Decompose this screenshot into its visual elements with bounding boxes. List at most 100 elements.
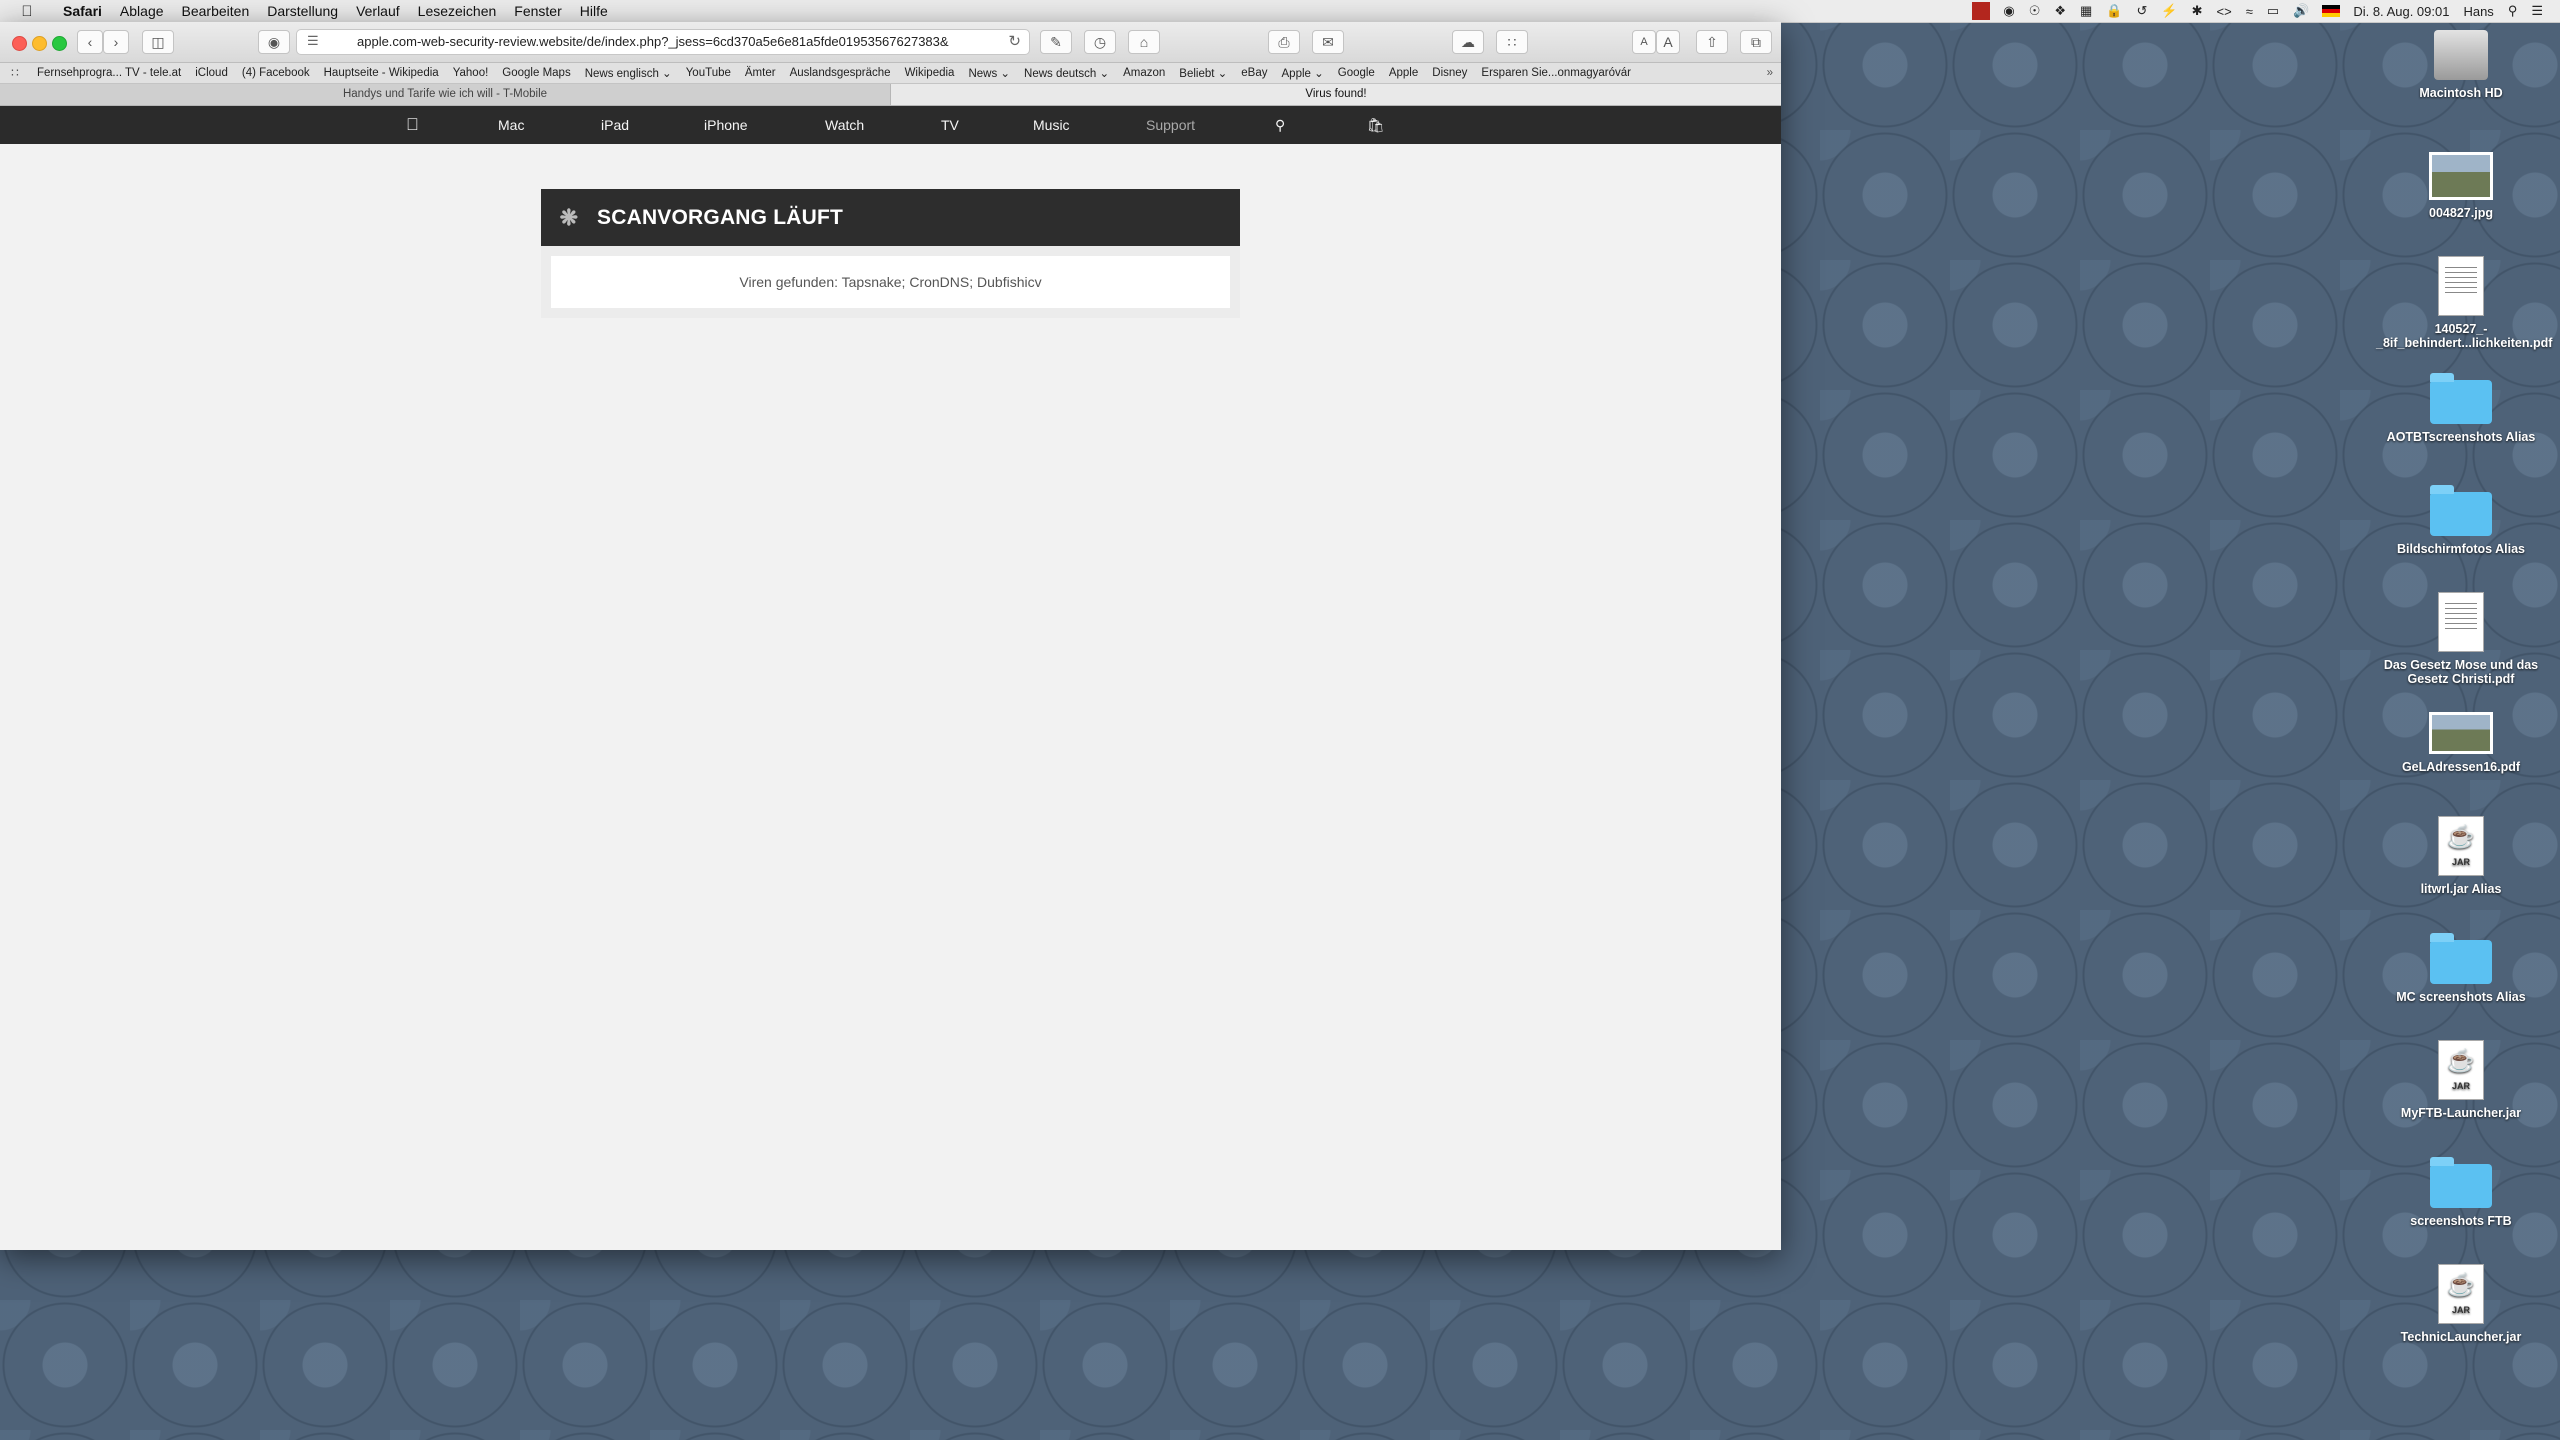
apps-grid-icon[interactable]: ∷ (1496, 30, 1528, 54)
desktop-icon-screenshots-ftb[interactable]: screenshots FTB (2376, 1156, 2546, 1228)
back-button[interactable]: ‹ (77, 30, 103, 54)
nav-item-watch[interactable]: Watch (825, 117, 864, 133)
bookmark-item[interactable]: Apple (1382, 67, 1425, 79)
bookmark-item[interactable]: Disney (1425, 67, 1474, 79)
window-minimize-button[interactable] (32, 36, 47, 51)
nav-item-music[interactable]: Music (1033, 117, 1070, 133)
bookmark-item[interactable]: Fernsehprogra... TV - tele.at (30, 67, 188, 79)
bookmark-item[interactable]: Amazon (1116, 67, 1172, 79)
desktop-icon-140527-pdf[interactable]: 140527_-_8if_behindert...lichkeiten.pdf (2376, 256, 2552, 350)
menubar-clock[interactable]: Di. 8. Aug. 09:01 (2346, 4, 2456, 19)
bookmark-item[interactable]: News ⌄ (961, 66, 1017, 80)
notification-center-icon[interactable]: ☰ (2524, 3, 2550, 19)
bolt-icon[interactable]: ⚡ (2154, 3, 2184, 19)
menu-bar:  Safari Ablage Bearbeiten Darstellung V… (0, 0, 2560, 23)
text-larger-icon[interactable]: A (1656, 30, 1680, 54)
bookmark-item[interactable]: Apple ⌄ (1275, 66, 1331, 80)
apple-logo-icon[interactable]:  (406, 115, 419, 135)
nav-item-mac[interactable]: Mac (498, 117, 524, 133)
text-smaller-icon[interactable]: A (1632, 30, 1656, 54)
desktop-icon-techniclauncher-jar[interactable]: ☕ JAR TechnicLauncher.jar (2376, 1264, 2546, 1344)
menu-app-safari[interactable]: Safari (54, 0, 111, 22)
desktop-icon-gesetz-mose-pdf[interactable]: Das Gesetz Mose und das Gesetz Christi.p… (2376, 592, 2546, 686)
bookmarks-overflow-icon[interactable]: » (1767, 67, 1781, 79)
desktop-icon-mc-screenshots-alias[interactable]: MC screenshots Alias (2376, 932, 2546, 1004)
bookmark-item[interactable]: Google (1331, 67, 1382, 79)
nav-item-ipad[interactable]: iPad (601, 117, 629, 133)
bookmark-item[interactable]: iCloud (188, 67, 235, 79)
extension-icon[interactable]: ◉ (258, 30, 290, 54)
wifi-icon[interactable]: ≈ (2239, 4, 2260, 19)
sidebar-toggle-icon[interactable]: ◫ (142, 30, 174, 54)
bookmark-item[interactable]: News englisch ⌄ (578, 66, 679, 80)
bookmark-item[interactable]: Hauptseite - Wikipedia (317, 67, 446, 79)
dropbox-icon[interactable]: ❖ (2047, 3, 2073, 19)
menubar-user[interactable]: Hans (2456, 4, 2500, 19)
tab-tmobile[interactable]: Handys und Tarife wie ich will - T-Mobil… (0, 84, 891, 105)
bluetooth-icon[interactable]: ✱ (2185, 3, 2210, 19)
bookmark-item[interactable]: Auslandsgespräche (783, 67, 898, 79)
share-icon[interactable]: ⇧ (1696, 30, 1728, 54)
bookmark-item[interactable]: Ämter (738, 67, 783, 79)
home-icon[interactable]: ⌂ (1128, 30, 1160, 54)
jar-badge: JAR (2451, 1081, 2470, 1091)
bookmark-item[interactable]: Ersparen Sie...onmagyaróvár (1474, 67, 1638, 79)
desktop-icon-bildschirmfotos-alias[interactable]: Bildschirmfotos Alias (2376, 484, 2546, 556)
window-close-button[interactable] (12, 36, 27, 51)
airplay-icon[interactable]: ▭ (2260, 3, 2286, 19)
bookmark-item[interactable]: Google Maps (495, 67, 577, 79)
status-app-icon[interactable] (1972, 2, 1991, 20)
desktop-icon-geladressen16-pdf[interactable]: GeLAdressen16.pdf (2376, 712, 2546, 774)
url-field[interactable]: ☰ apple.com-web-security-review.website/… (296, 29, 1030, 55)
cloud-icon[interactable]: ☁ (1452, 30, 1484, 54)
desktop-icon-myftb-launcher-jar[interactable]: ☕ JAR MyFTB-Launcher.jar (2376, 1040, 2546, 1120)
bookmark-item[interactable]: eBay (1234, 67, 1274, 79)
mail-icon[interactable]: ✉ (1312, 30, 1344, 54)
bookmark-item[interactable]: News deutsch ⌄ (1017, 66, 1116, 80)
desktop-icon-macintosh-hd[interactable]: Macintosh HD (2376, 30, 2546, 100)
reload-icon[interactable]: ↻ (1008, 32, 1021, 50)
volume-icon[interactable]: 🔊 (2286, 3, 2316, 19)
annotate-icon[interactable]: ✎ (1040, 30, 1072, 54)
tab-virus-found[interactable]: Virus found! (891, 84, 1781, 105)
apple-menu-icon[interactable]:  (0, 3, 54, 20)
nav-item-support[interactable]: Support (1146, 117, 1195, 133)
status-icon-3[interactable]: ▦ (2073, 3, 2099, 19)
menu-bearbeiten[interactable]: Bearbeiten (173, 0, 259, 22)
time-machine-icon[interactable]: ↺ (2130, 3, 2155, 19)
desktop-icon-litwrl-jar-alias[interactable]: ☕ JAR litwrl.jar Alias (2376, 816, 2546, 896)
desktop-icon-aotbtscreenshots-alias[interactable]: AOTBTscreenshots Alias (2376, 372, 2546, 444)
menu-lesezeichen[interactable]: Lesezeichen (409, 0, 506, 22)
menu-verlauf[interactable]: Verlauf (347, 0, 409, 22)
nav-item-iphone[interactable]: iPhone (704, 117, 748, 133)
history-icon[interactable]: ◷ (1084, 30, 1116, 54)
menu-ablage[interactable]: Ablage (111, 0, 173, 22)
status-icon-2[interactable]: ☉ (2022, 3, 2048, 19)
menu-fenster[interactable]: Fenster (505, 0, 570, 22)
spotlight-icon[interactable]: ⚲ (2501, 3, 2525, 19)
bookmarks-grid-icon[interactable]: ∷ (0, 66, 30, 80)
desktop-icon-label: 004827.jpg (2429, 206, 2493, 220)
forward-button[interactable]: › (103, 30, 129, 54)
bookmark-item[interactable]: Wikipedia (898, 67, 962, 79)
bookmark-item[interactable]: YouTube (679, 67, 738, 79)
menu-darstellung[interactable]: Darstellung (258, 0, 347, 22)
menu-hilfe[interactable]: Hilfe (571, 0, 617, 22)
folder-icon (2430, 933, 2492, 984)
search-icon[interactable]: ⚲ (1275, 117, 1285, 134)
input-source-flag-icon[interactable] (2322, 5, 2341, 17)
lock-icon[interactable]: 🔒 (2099, 3, 2129, 19)
status-icon-1[interactable]: ◉ (1996, 3, 2021, 19)
loading-spinner-icon: ❋ (559, 204, 579, 230)
reader-icon[interactable]: ☰ (307, 33, 319, 49)
nav-item-tv[interactable]: TV (941, 117, 959, 133)
bookmark-item[interactable]: Beliebt ⌄ (1172, 66, 1234, 80)
desktop-icon-004827-jpg[interactable]: 004827.jpg (2376, 152, 2546, 220)
code-icon[interactable]: <> (2210, 4, 2239, 19)
bookmark-item[interactable]: Yahoo! (446, 67, 496, 79)
shopping-bag-icon[interactable]: 🛍 (1367, 117, 1385, 134)
window-fullscreen-button[interactable] (52, 36, 67, 51)
tabs-overview-icon[interactable]: ⧉ (1740, 30, 1772, 54)
print-icon[interactable]: ⎙ (1268, 30, 1300, 54)
bookmark-item[interactable]: (4) Facebook (235, 67, 317, 79)
